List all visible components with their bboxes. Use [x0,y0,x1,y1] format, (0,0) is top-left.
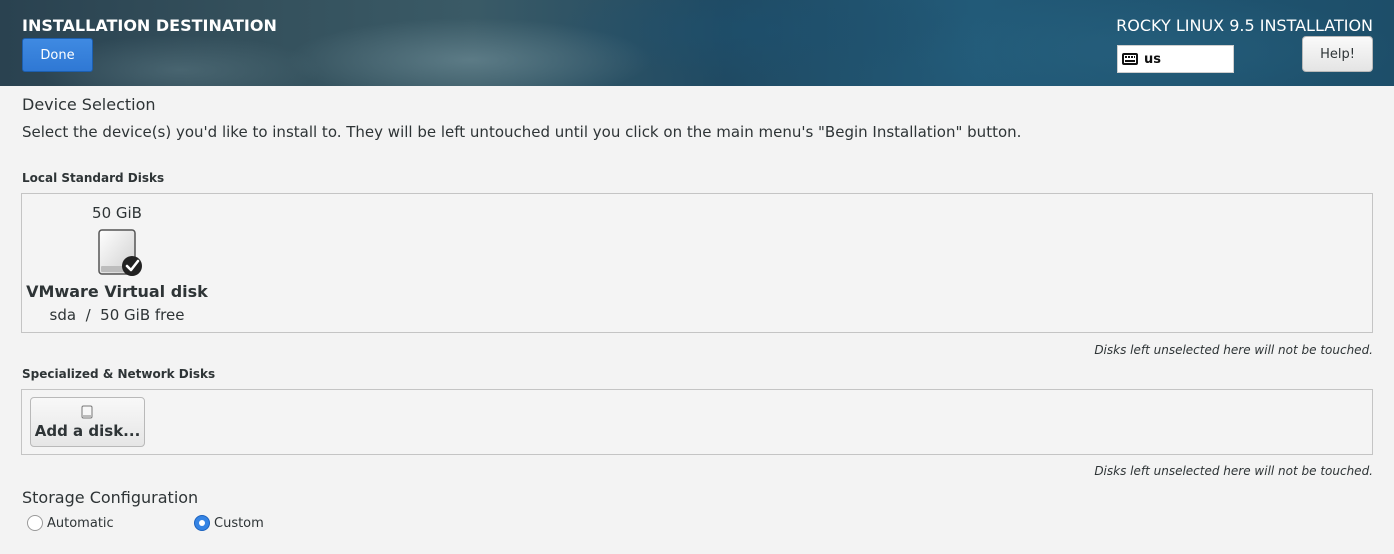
storage-config-heading: Storage Configuration [22,488,199,507]
device-selection-description: Select the device(s) you'd like to insta… [22,123,1022,141]
radio-automatic[interactable]: Automatic [27,514,114,532]
hard-disk-icon [81,405,93,419]
help-button[interactable]: Help! [1302,36,1373,72]
radio-button-checked[interactable] [194,515,210,531]
radio-automatic-label: Automatic [47,515,114,531]
radio-custom-label: Custom [214,515,264,531]
local-disks-note: Disks left unselected here will not be t… [1094,343,1373,357]
local-disks-label: Local Standard Disks [22,171,165,185]
network-disks-note: Disks left unselected here will not be t… [1094,464,1373,478]
radio-button-unchecked[interactable] [27,515,43,531]
product-title: ROCKY LINUX 9.5 INSTALLATION [1116,16,1373,35]
disk-detail: sda / 50 GiB free [49,306,185,324]
disk-tile-sda[interactable]: 50 GiB VMware Virtual disk sda / 50 GiB … [22,194,212,332]
disk-name: VMware Virtual disk [26,282,208,301]
local-disks-panel: 50 GiB VMware Virtual disk sda / 50 GiB … [21,193,1373,333]
header-banner: INSTALLATION DESTINATION Done ROCKY LINU… [0,0,1394,86]
network-disks-panel: Add a disk... [21,389,1373,455]
add-disk-button[interactable]: Add a disk... [30,397,145,447]
device-selection-heading: Device Selection [22,95,156,114]
radio-custom[interactable]: Custom [194,514,264,532]
keyboard-layout-label: us [1144,51,1161,67]
hard-disk-icon [98,229,142,276]
page-title: INSTALLATION DESTINATION [22,16,277,35]
network-disks-label: Specialized & Network Disks [22,367,216,381]
keyboard-icon [1122,53,1138,65]
done-button[interactable]: Done [22,38,93,72]
keyboard-layout-indicator[interactable]: us [1117,45,1234,73]
add-disk-label: Add a disk... [34,422,141,440]
disk-capacity: 50 GiB [92,204,142,222]
